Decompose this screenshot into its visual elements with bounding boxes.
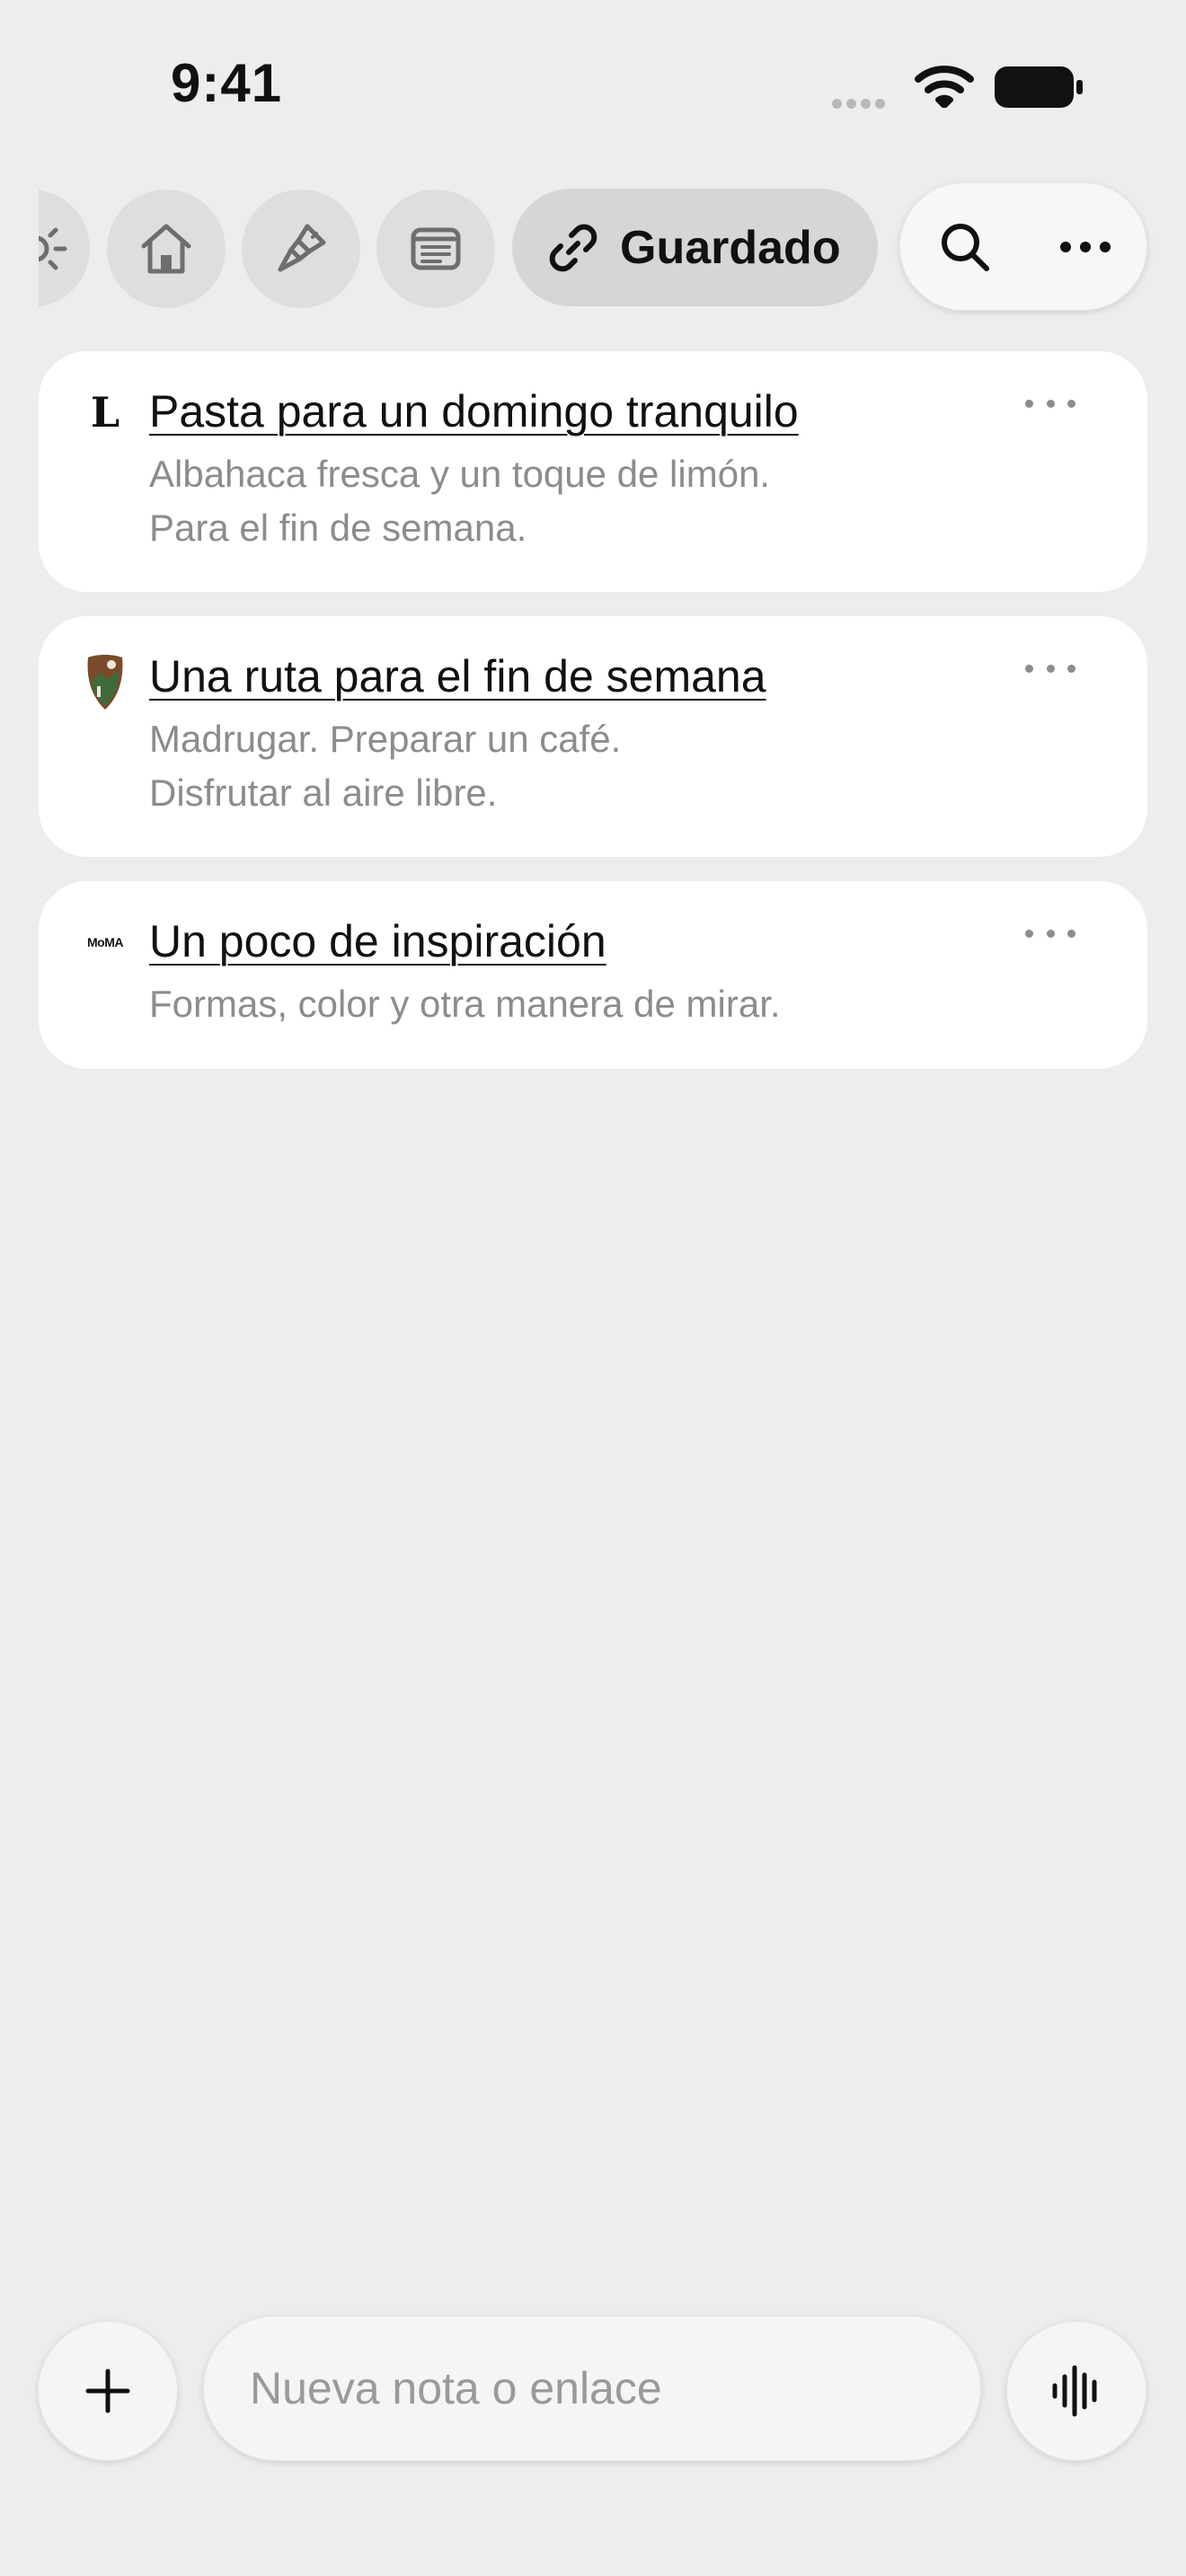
card-description-line: Para el fin de semana. bbox=[149, 507, 527, 549]
saved-link-card[interactable]: MoMA Un poco de inspiración Formas, colo… bbox=[39, 881, 1147, 1069]
card-description-line: Formas, color y otra manera de mirar. bbox=[149, 983, 781, 1025]
voice-input-button[interactable] bbox=[1006, 2321, 1146, 2461]
tab-style[interactable] bbox=[242, 190, 360, 308]
card-more-button[interactable] bbox=[1025, 659, 1075, 677]
card-title[interactable]: Un poco de inspiración bbox=[149, 915, 606, 967]
cellular-signal-icon bbox=[832, 97, 890, 113]
sun-icon bbox=[39, 227, 66, 269]
ellipsis-icon bbox=[1060, 241, 1111, 252]
tab-saved[interactable]: Guardado bbox=[512, 189, 878, 306]
battery-icon bbox=[995, 66, 1083, 108]
home-icon bbox=[141, 224, 191, 274]
note-input[interactable] bbox=[203, 2316, 981, 2461]
search-button[interactable] bbox=[903, 182, 1027, 311]
tab-notes[interactable] bbox=[376, 190, 495, 308]
favicon-moma: MoMA bbox=[87, 935, 124, 949]
favicon-l: L bbox=[90, 388, 120, 437]
more-options-button[interactable] bbox=[1027, 182, 1144, 311]
tab-saved-label: Guardado bbox=[620, 221, 841, 274]
wifi-icon bbox=[915, 66, 974, 108]
card-title[interactable]: Una ruta para el fin de semana bbox=[149, 650, 766, 702]
search-menu-group bbox=[899, 182, 1147, 311]
waveform-icon bbox=[1052, 2365, 1097, 2417]
saved-link-card[interactable]: Una ruta para el fin de semana Madrugar.… bbox=[39, 616, 1147, 857]
card-description-line: Disfrutar al aire libre. bbox=[149, 772, 498, 814]
park-arrowhead-icon bbox=[82, 654, 128, 710]
status-time: 9:41 bbox=[171, 53, 283, 113]
card-more-button[interactable] bbox=[1025, 394, 1075, 412]
tab-weather[interactable] bbox=[39, 190, 91, 307]
brush-icon bbox=[278, 224, 326, 272]
notes-icon bbox=[411, 227, 461, 270]
card-description-line: Madrugar. Preparar un café. bbox=[149, 718, 622, 760]
saved-link-card[interactable]: L Pasta para un domingo tranquilo Albaha… bbox=[39, 351, 1147, 592]
tab-home[interactable] bbox=[107, 190, 226, 308]
card-more-button[interactable] bbox=[1025, 924, 1075, 942]
plus-icon bbox=[85, 2369, 130, 2413]
card-title[interactable]: Pasta para un domingo tranquilo bbox=[149, 385, 799, 437]
card-description-line: Albahaca fresca y un toque de limón. bbox=[149, 453, 771, 495]
add-button[interactable] bbox=[38, 2321, 178, 2461]
search-icon bbox=[942, 223, 989, 271]
link-icon bbox=[549, 224, 597, 271]
